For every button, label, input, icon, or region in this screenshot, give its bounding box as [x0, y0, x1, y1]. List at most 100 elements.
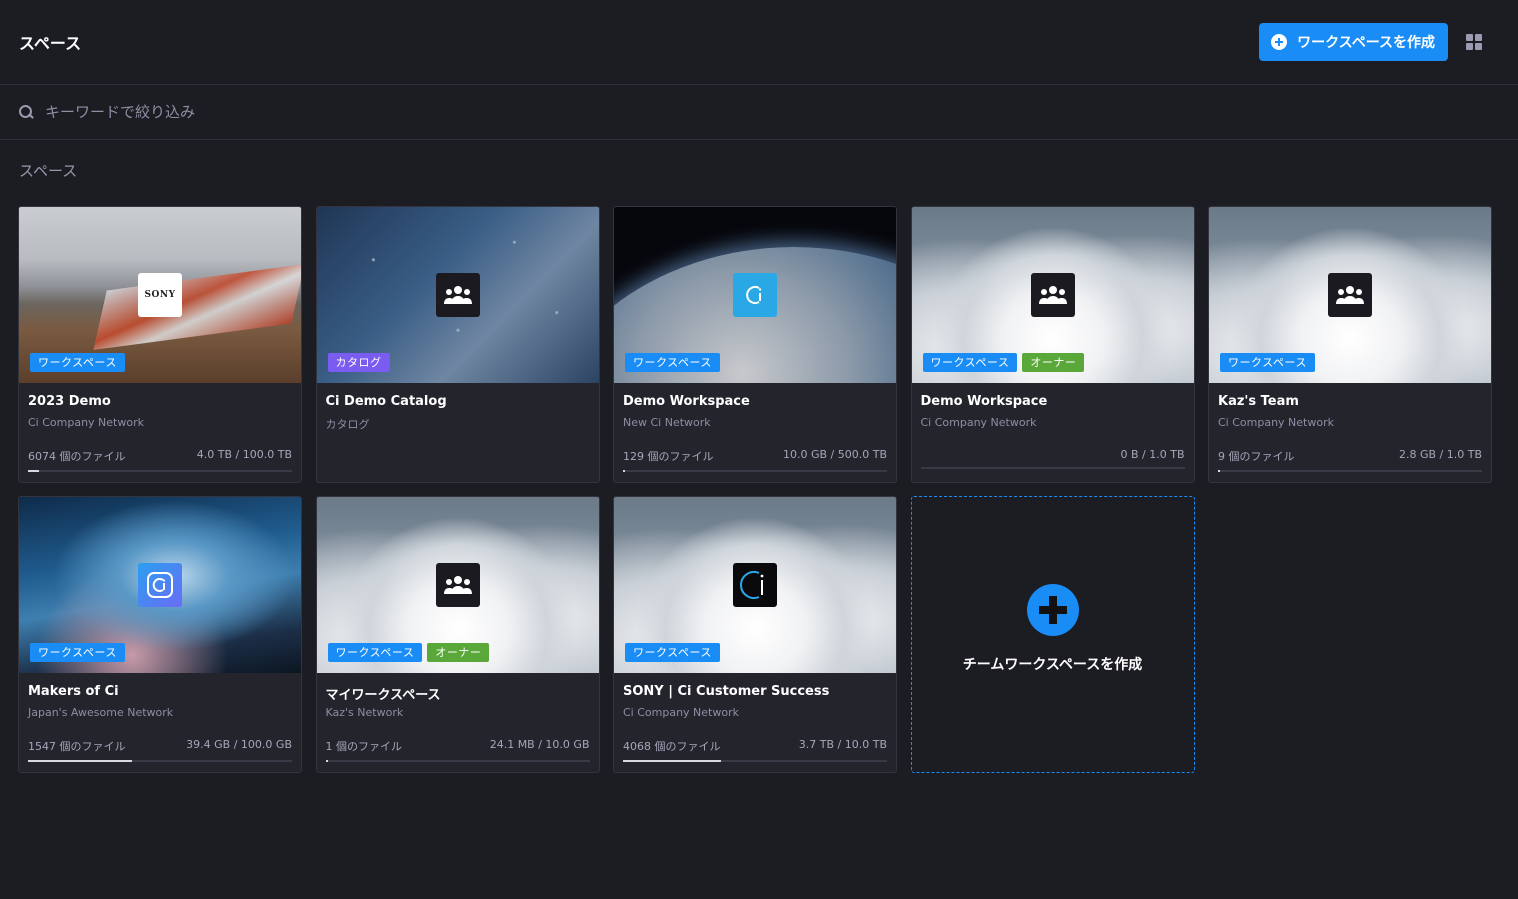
space-card[interactable]: カタログ Ci Demo Catalog カタログ	[315, 206, 600, 483]
search-bar	[0, 85, 1518, 140]
storage-usage: 24.1 MB / 10.0 GB	[489, 738, 590, 751]
storage-progress-bar	[920, 467, 1185, 469]
badge-row: ワークスペース	[625, 643, 720, 662]
search-icon	[19, 105, 33, 119]
storage-progress-bar	[28, 470, 292, 472]
card-stats: 1 個のファイル 24.1 MB / 10.0 GB	[326, 738, 590, 754]
card-title: Demo Workspace	[623, 394, 750, 409]
storage-usage: 3.7 TB / 10.0 TB	[798, 738, 887, 751]
storage-progress-fill	[28, 760, 133, 762]
card-title: Kaz's Team	[1218, 394, 1299, 409]
file-count: 4068 個のファイル	[623, 740, 721, 753]
space-card[interactable]: SONY ワークスペース 2023 Demo Ci Company Network 60…	[18, 206, 302, 483]
owner-badge: オーナー	[1022, 353, 1085, 372]
create-workspace-button[interactable]: ワークスペースを作成	[1259, 23, 1448, 61]
card-network: Ci Company Network	[28, 416, 144, 429]
grid-view-icon[interactable]	[1466, 34, 1482, 50]
card-network: Ci Company Network	[920, 416, 1037, 429]
card-stats: 1547 個のファイル 39.4 GB / 100.0 GB	[28, 738, 292, 754]
card-body: Kaz's Team Ci Company Network 9 個のファイル 2.8 …	[1209, 383, 1491, 472]
storage-progress-fill	[28, 470, 39, 472]
clouds-photo: ワークスペース	[1209, 207, 1491, 383]
card-title: マイワークスペース	[325, 688, 441, 703]
clouds-photo: ワークスペース オーナー	[316, 497, 599, 673]
file-count: 1547 個のファイル	[28, 740, 126, 753]
workspace-badge: ワークスペース	[922, 353, 1018, 372]
storage-usage: 0 B / 1.0 TB	[1120, 448, 1185, 461]
windsurf-sail	[93, 264, 301, 350]
card-title: Ci Demo Catalog	[325, 394, 447, 409]
section-title: スペース	[19, 162, 78, 180]
workspace-badge: ワークスペース	[30, 643, 125, 662]
ci-gradient-logo	[138, 563, 182, 607]
storage-progress-bar	[623, 470, 887, 472]
card-stats: 9 個のファイル 2.8 GB / 1.0 TB	[1218, 448, 1482, 464]
badge-row: カタログ	[327, 353, 390, 372]
page-title: スペース	[19, 34, 82, 53]
top-bar: スペース ワークスペースを作成	[0, 0, 1518, 85]
badge-row: ワークスペース	[30, 643, 125, 662]
card-network: カタログ	[325, 418, 370, 431]
card-body: Makers of Ci Japan's Awesome Network 1547 …	[19, 673, 301, 762]
badge-row: ワークスペース オーナー	[922, 353, 1085, 372]
workspace-badge: ワークスペース	[327, 643, 423, 662]
badge-row: ワークスペース オーナー	[327, 643, 490, 662]
storage-usage: 4.0 TB / 100.0 TB	[196, 448, 292, 461]
card-body: Demo Workspace Ci Company Network 0 B / 1.…	[912, 383, 1194, 469]
workspace-badge: ワークスペース	[625, 353, 720, 372]
card-stats: 129 個のファイル 10.0 GB / 500.0 TB	[623, 448, 887, 464]
card-title: Demo Workspace	[920, 394, 1048, 409]
catalog-badge: カタログ	[327, 353, 390, 372]
card-body: SONY | Ci Customer Success Ci Company Net…	[614, 673, 896, 762]
create-workspace-label: ワークスペースを作成	[1297, 35, 1435, 51]
clouds-photo: ワークスペース	[614, 497, 896, 673]
card-body: マイワークスペース Kaz's Network 1 個のファイル 24.1 MB / …	[317, 673, 599, 762]
storage-progress-bar	[1218, 470, 1482, 472]
workspace-badge: ワークスペース	[30, 353, 125, 372]
beach-windsurf-photo: SONY ワークスペース	[19, 207, 301, 383]
file-count: 6074 個のファイル	[28, 450, 126, 463]
space-card[interactable]: ワークスペース SONY | Ci Customer Success Ci Comp…	[613, 496, 897, 773]
plus-circle-icon	[1271, 34, 1288, 50]
card-network: New Ci Network	[623, 416, 711, 429]
create-team-workspace-label: チームワークスペースを作成	[962, 656, 1143, 673]
file-count: 1 個のファイル	[325, 740, 403, 753]
space-card[interactable]: ワークスペース Kaz's Team Ci Company Network 9 個のフ…	[1208, 206, 1492, 483]
team-icon	[1328, 273, 1372, 317]
top-actions: ワークスペースを作成	[1259, 23, 1499, 61]
card-title: Makers of Ci	[28, 684, 119, 699]
card-network: Ci Company Network	[1218, 416, 1334, 429]
badge-row: ワークスペース	[1220, 353, 1315, 372]
earth-from-space-photo: ワークスペース	[614, 207, 896, 383]
card-stats: 6074 個のファイル 4.0 TB / 100.0 TB	[28, 448, 292, 464]
storage-progress-bar	[623, 760, 887, 762]
stormy-sky-photo: ワークスペース	[19, 497, 301, 673]
space-card[interactable]: ワークスペース オーナーマイワークスペース Kaz's Network 1 個のファイ…	[315, 496, 600, 773]
storage-progress-fill	[325, 760, 328, 762]
card-body: Demo Workspace New Ci Network 129 個のファイル 10…	[614, 383, 896, 472]
storage-progress-bar	[28, 760, 292, 762]
file-count: 9 個のファイル	[1218, 450, 1295, 463]
card-stats: 0 B / 1.0 TB	[921, 448, 1185, 461]
storage-progress-fill	[623, 760, 721, 762]
workspace-badge: ワークスペース	[625, 643, 720, 662]
space-card-grid: SONY ワークスペース 2023 Demo Ci Company Network 60…	[0, 206, 1518, 773]
workspace-badge: ワークスペース	[1220, 353, 1315, 372]
team-icon	[435, 273, 480, 317]
card-stats: 4068 個のファイル 3.7 TB / 10.0 TB	[623, 738, 887, 754]
badge-row: ワークスペース	[625, 353, 720, 372]
search-input[interactable]	[45, 103, 645, 121]
storage-progress-fill	[1218, 470, 1221, 472]
card-network: Japan's Awesome Network	[28, 706, 174, 719]
plus-circle-icon	[1026, 583, 1079, 636]
storage-progress-bar	[325, 760, 590, 762]
space-card[interactable]: ワークスペース オーナー Demo Workspace Ci Company Netw…	[910, 206, 1195, 483]
space-card[interactable]: ワークスペース Demo Workspace New Ci Network 129 個…	[613, 206, 897, 483]
create-team-workspace-card[interactable]: チームワークスペースを作成	[910, 496, 1195, 773]
space-card[interactable]: ワークスペース Makers of Ci Japan's Awesome Netwo…	[18, 496, 302, 773]
card-title: SONY | Ci Customer Success	[623, 684, 830, 699]
card-body: 2023 Demo Ci Company Network 6074 個のファイル 4.…	[19, 383, 301, 472]
file-count: 129 個のファイル	[623, 450, 714, 463]
sony-logo: SONY	[138, 273, 182, 317]
ci-dark-logo	[733, 563, 777, 607]
